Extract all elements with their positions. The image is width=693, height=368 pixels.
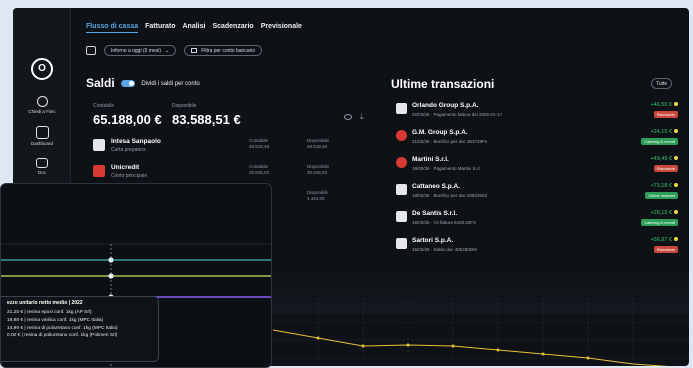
tooltip-title: ezzo unitario netto medio | 2022 — [7, 300, 83, 306]
hover-point — [108, 257, 114, 263]
chart-point — [406, 343, 410, 347]
balance-line — [272, 329, 669, 366]
tooltip-rows: 21,25 € | resina epoxi conf. 1kg (AP Srl… — [7, 309, 148, 340]
tooltip-row: 19,98 € | resina vinilica conf. 1kg (MPC… — [7, 317, 104, 323]
tooltip-row: 21,25 € | resina epoxi conf. 1kg (AP Srl… — [7, 310, 92, 315]
chart-point — [496, 348, 500, 352]
tooltip-row: 0,00 € | resina di poliuretano conf. 1kg… — [7, 333, 118, 339]
hover-point — [108, 273, 114, 279]
chart-point — [586, 356, 590, 360]
chart-point — [541, 352, 545, 356]
chart-point — [361, 344, 365, 348]
chart-tooltip: ezzo unitario netto medio | 2022 21,25 €… — [1, 296, 159, 362]
tooltip-row: 14,99 € | resina di poliuretano conf. 1k… — [7, 325, 118, 331]
price-chart-window: ezzo unitario netto medio | 2022 21,25 €… — [0, 183, 272, 368]
chart-point — [451, 344, 455, 348]
chart-point — [316, 336, 320, 340]
